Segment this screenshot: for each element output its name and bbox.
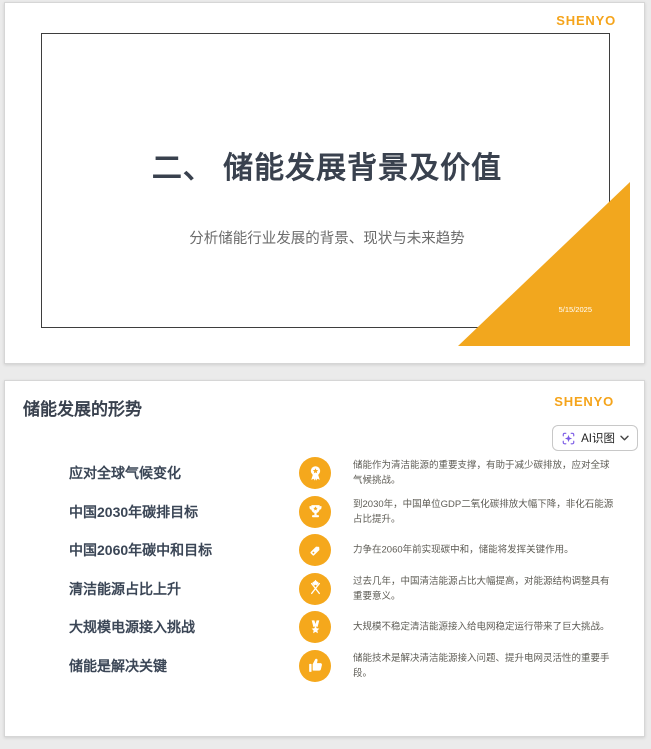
item-title: 储能是解决关键 — [69, 657, 167, 674]
list-item: 清洁能源占比上升 过去几年，中国清洁能源占比大幅提高，对能源结构调整具有重要意义… — [5, 570, 646, 609]
item-title: 中国2060年碳中和目标 — [69, 542, 213, 559]
item-title: 应对全球气候变化 — [69, 465, 181, 482]
brand-logo: SHENYO — [556, 13, 616, 28]
item-description: 过去几年，中国清洁能源占比大幅提高，对能源结构调整具有重要意义。 — [353, 575, 610, 602]
crossed-flags-icon — [299, 572, 331, 605]
feature-list: 应对全球气候变化 储能作为清洁能源的重要支撑，有助于减少碳排放，应对全球气候挑战… — [5, 454, 646, 685]
list-item: 大规模电源接入挑战 大规模不稳定清洁能源接入给电网稳定运行带来了巨大挑战。 — [5, 608, 646, 647]
slide-subtitle: 分析储能行业发展的背景、现状与未来趋势 — [189, 231, 465, 247]
slide-date: 5/15/2025 — [558, 305, 592, 314]
medal-star-icon — [299, 611, 331, 644]
item-title: 大规模电源接入挑战 — [69, 619, 195, 636]
item-description: 储能技术是解决清洁能源接入问题、提升电网灵活性的重要手段。 — [353, 652, 610, 679]
slide-2-thumbnail[interactable]: SHENYO 储能发展的形势 AI识图 应对全球气候变化 储能作为清洁能源的重要… — [4, 380, 645, 737]
item-description: 大规模不稳定清洁能源接入给电网稳定运行带来了巨大挑战。 — [353, 621, 610, 633]
slide-title: 二、 储能发展背景及价值 — [151, 152, 503, 185]
award-ribbon-icon — [299, 457, 331, 490]
brand-logo: SHENYO — [554, 394, 614, 409]
slide-heading: 储能发展的形势 — [23, 400, 142, 419]
list-item: 应对全球气候变化 储能作为清洁能源的重要支撑，有助于减少碳排放，应对全球气候挑战… — [5, 454, 646, 493]
item-title: 中国2030年碳排目标 — [69, 503, 199, 520]
list-item: 储能是解决关键 储能技术是解决清洁能源接入问题、提升电网灵活性的重要手段。 — [5, 647, 646, 686]
ai-recognize-button[interactable]: AI识图 — [552, 425, 638, 451]
chevron-down-icon — [620, 435, 629, 441]
trophy-icon — [299, 495, 331, 528]
ai-button-label: AI识图 — [581, 433, 615, 445]
list-item: 中国2030年碳排目标 到2030年，中国单位GDP二氧化碳排放大幅下降，非化石… — [5, 493, 646, 532]
item-description: 力争在2060年前实现碳中和，储能将发挥关键作用。 — [353, 544, 574, 556]
ai-scan-sparkle-icon — [561, 431, 576, 446]
thumbs-up-icon — [299, 649, 331, 682]
list-item: 中国2060年碳中和目标 力争在2060年前实现碳中和，储能将发挥关键作用。 — [5, 531, 646, 570]
tag-icon — [299, 534, 331, 567]
slide-1-thumbnail[interactable]: SHENYO 二、 储能发展背景及价值 分析储能行业发展的背景、现状与未来趋势 … — [4, 2, 645, 364]
item-description: 到2030年，中国单位GDP二氧化碳排放大幅下降，非化石能源占比提升。 — [353, 498, 614, 525]
item-description: 储能作为清洁能源的重要支撑，有助于减少碳排放，应对全球气候挑战。 — [353, 460, 610, 487]
item-title: 清洁能源占比上升 — [69, 580, 181, 597]
